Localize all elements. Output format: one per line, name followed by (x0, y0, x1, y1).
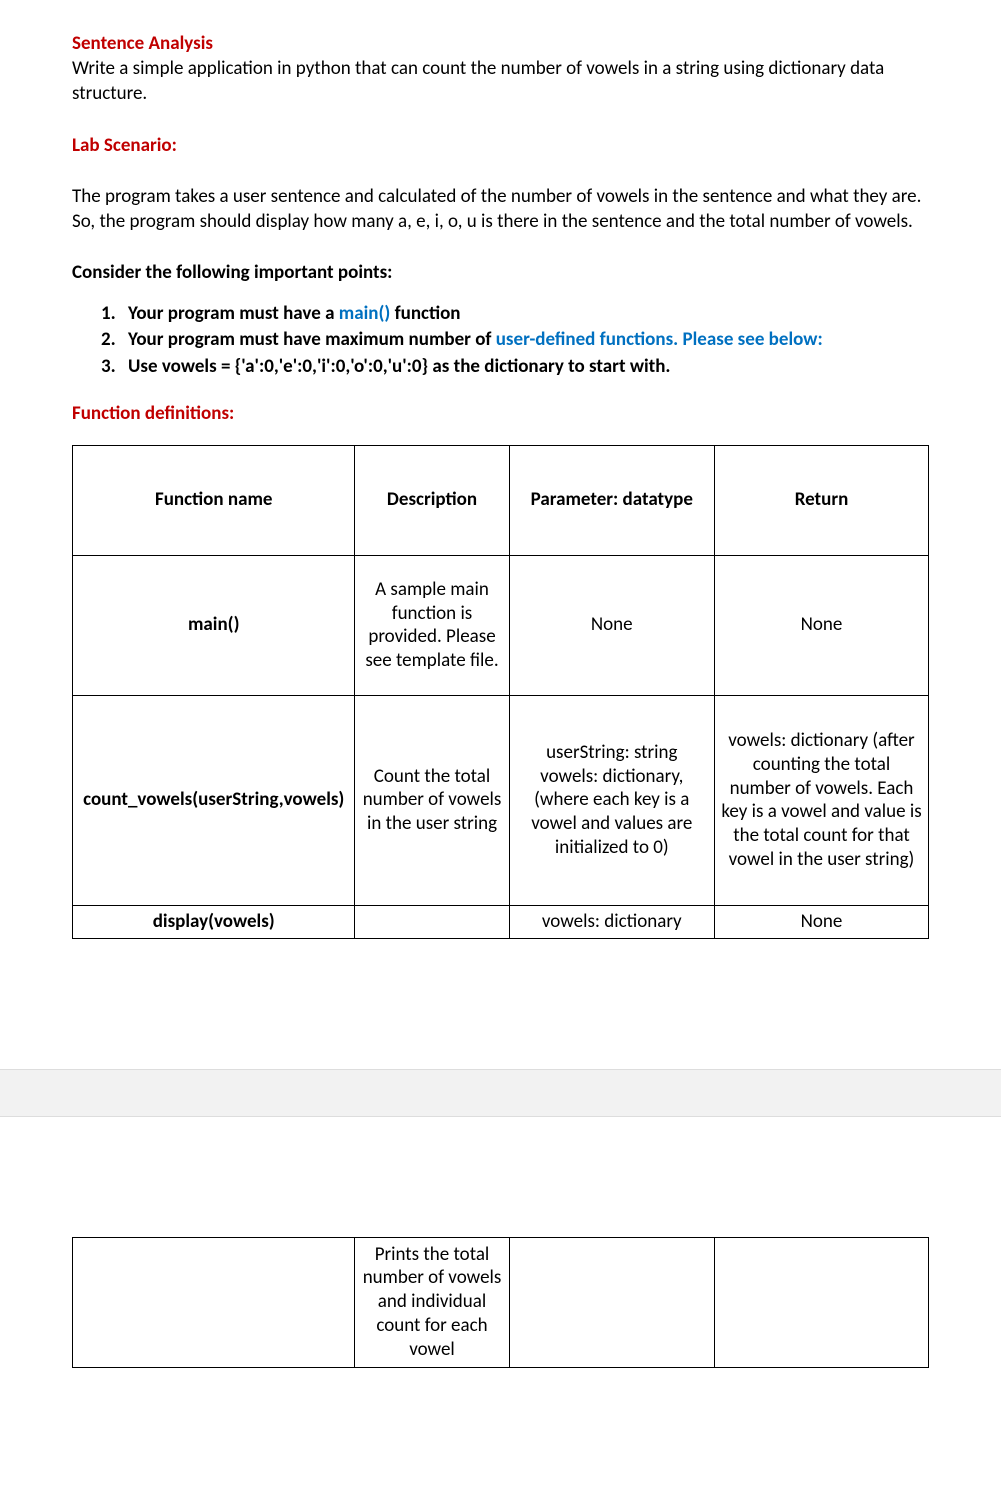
points-list: Your program must have a main() function… (120, 302, 929, 380)
cell-display-desc (355, 905, 509, 938)
cell-display-name: display(vowels) (73, 905, 355, 938)
table-header-row: Function name Description Parameter: dat… (73, 445, 929, 555)
th-function-name: Function name (73, 445, 355, 555)
cell-display2-desc: Prints the total number of vowels and in… (355, 1237, 509, 1367)
page-separator (0, 1069, 1001, 1117)
intro-text: Write a simple application in python tha… (72, 57, 929, 106)
function-table-continued: Prints the total number of vowels and in… (72, 1237, 929, 1368)
row-main: main() A sample main function is provide… (73, 555, 929, 695)
point-1c: function (390, 302, 460, 325)
point-1b: main() (339, 302, 391, 325)
row-display-continued: Prints the total number of vowels and in… (73, 1237, 929, 1367)
row-display: display(vowels) vowels: dictionary None (73, 905, 929, 938)
cell-main-name: main() (73, 555, 355, 695)
th-return: Return (714, 445, 928, 555)
point-2b: user-defined functions. Please see below… (496, 328, 823, 351)
function-table: Function name Description Parameter: dat… (72, 445, 929, 939)
row-count-vowels: count_vowels(userString,vowels) Count th… (73, 695, 929, 905)
cell-display-return: None (714, 905, 928, 938)
function-definitions-heading: Function definitions: (72, 402, 929, 425)
point-1: Your program must have a main() function (120, 302, 929, 327)
cell-count-return: vowels: dictionary (after counting the t… (714, 695, 928, 905)
scenario-text: The program takes a user sentence and ca… (72, 185, 929, 234)
cell-main-param: None (509, 555, 714, 695)
cell-main-desc: A sample main function is provided. Plea… (355, 555, 509, 695)
cell-count-param: userString: string vowels: dictionary, (… (509, 695, 714, 905)
point-2: Your program must have maximum number of… (120, 328, 929, 353)
cell-display2-name (73, 1237, 355, 1367)
cell-display2-return (714, 1237, 928, 1367)
point-1a: Your program must have a (128, 302, 339, 325)
cell-display-param: vowels: dictionary (509, 905, 714, 938)
cell-main-return: None (714, 555, 928, 695)
cell-count-name: count_vowels(userString,vowels) (73, 695, 355, 905)
point-3: Use vowels = {'a':0,'e':0,'i':0,'o':0,'u… (120, 355, 929, 380)
cell-display2-param (509, 1237, 714, 1367)
title-heading: Sentence Analysis (72, 32, 929, 55)
th-parameter: Parameter: datatype (509, 445, 714, 555)
consider-heading: Consider the following important points: (72, 261, 929, 284)
cell-count-desc: Count the total number of vowels in the … (355, 695, 509, 905)
th-description: Description (355, 445, 509, 555)
lab-scenario-heading: Lab Scenario: (72, 134, 929, 157)
point-2a: Your program must have maximum number of (128, 328, 496, 351)
